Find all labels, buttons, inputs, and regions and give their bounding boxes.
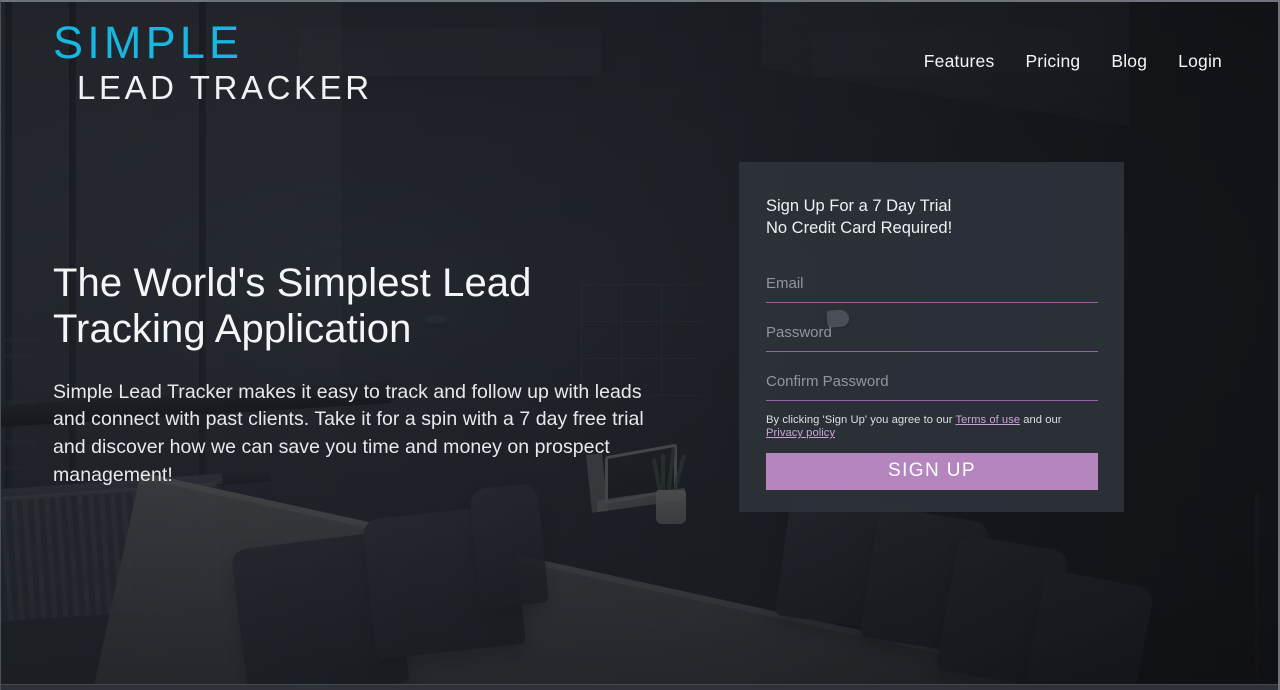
browser-viewport: SIMPLE LEAD TRACKER Features Pricing Blo… — [0, 0, 1280, 690]
email-field-wrapper — [766, 265, 1098, 303]
signup-panel: Sign Up For a 7 Day Trial No Credit Card… — [739, 162, 1124, 512]
nav-item-blog[interactable]: Blog — [1111, 51, 1147, 72]
nav-item-login[interactable]: Login — [1178, 51, 1222, 72]
nav-item-features[interactable]: Features — [924, 51, 995, 72]
privacy-policy-link[interactable]: Privacy policy — [766, 427, 835, 439]
logo-primary-text: SIMPLE — [53, 17, 244, 68]
sign-up-button[interactable]: SIGN UP — [766, 452, 1098, 490]
signup-heading: Sign Up For a 7 Day Trial No Credit Card… — [766, 197, 953, 237]
primary-navigation: Features Pricing Blog Login — [924, 51, 1222, 72]
terms-of-use-link[interactable]: Terms of use — [955, 414, 1020, 426]
legal-middle: and our — [1020, 413, 1062, 426]
password-field-wrapper — [766, 314, 1098, 352]
site-header: SIMPLE LEAD TRACKER Features Pricing Blo… — [1, 2, 1278, 117]
logo-secondary-text: LEAD TRACKER — [77, 69, 373, 106]
signup-legal-text: By clicking 'Sign Up' you agree to our T… — [766, 414, 1098, 441]
nav-item-pricing[interactable]: Pricing — [1025, 51, 1080, 72]
email-input[interactable] — [766, 265, 1098, 302]
legal-prefix: By clicking 'Sign Up' you agree to our — [766, 413, 956, 426]
next-section-edge — [1, 684, 1278, 690]
confirm-password-field-wrapper — [766, 363, 1098, 401]
signup-form — [766, 265, 1098, 401]
site-logo[interactable]: SIMPLE LEAD TRACKER — [53, 20, 373, 104]
hero-headline: The World's Simplest Lead Tracking Appli… — [53, 261, 532, 352]
hero-description: Simple Lead Tracker makes it easy to tra… — [53, 380, 644, 486]
password-input[interactable] — [766, 314, 1098, 351]
confirm-password-input[interactable] — [766, 363, 1098, 400]
hero-copy: The World's Simplest Lead Tracking Appli… — [53, 260, 653, 490]
